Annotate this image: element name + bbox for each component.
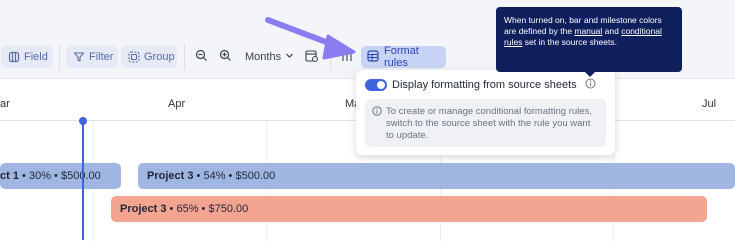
filter-label: Filter	[89, 51, 114, 63]
bar-amount: $750.00	[208, 203, 249, 215]
bar-amount: $500.00	[235, 170, 276, 182]
bar-name: Project 3	[147, 170, 194, 182]
bar-percent: 30%	[28, 170, 51, 182]
group-button[interactable]: Group	[121, 46, 177, 68]
bar-separator: •	[201, 203, 206, 215]
month-label: Apr	[168, 98, 186, 110]
zoom-in-button[interactable]	[219, 46, 232, 68]
group-icon	[128, 51, 140, 63]
bar-separator: •	[54, 170, 58, 182]
timeline-bar[interactable]: ct 1 • 30% • $500.00	[0, 163, 121, 189]
zoom-out-button[interactable]	[195, 46, 208, 68]
filter-icon	[73, 51, 85, 63]
info-message: To create or manage conditional formatti…	[365, 99, 606, 147]
bar-separator: •	[196, 170, 201, 182]
pointer-arrow-icon	[265, 17, 356, 60]
tooltip-text: set in the source sheets.	[522, 37, 617, 47]
format-rules-popover: Display formatting from source sheets To…	[356, 70, 615, 155]
toolbar-divider	[184, 44, 185, 70]
zoom-in-icon	[219, 49, 232, 65]
info-circle-icon	[372, 106, 382, 120]
today-line	[82, 120, 84, 240]
manual-rules-link[interactable]: manual	[574, 26, 602, 36]
group-label: Group	[144, 51, 175, 63]
toolbar-divider	[59, 44, 60, 70]
bar-name: Project 3	[120, 203, 167, 215]
bar-separator: •	[22, 170, 26, 182]
toggle-label: Display formatting from source sheets	[392, 79, 577, 91]
grid-icon	[367, 49, 379, 65]
timeline-bar[interactable]: Project 3 • 54% • $500.00	[138, 163, 735, 189]
field-label: Field	[24, 51, 48, 63]
filter-button[interactable]: Filter	[66, 46, 118, 68]
bar-amount: $500.00	[60, 170, 101, 182]
bar-separator: •	[228, 170, 233, 182]
info-tooltip: When turned on, bar and milestone colors…	[496, 7, 682, 72]
timeline-bar[interactable]: Project 3 • 65% • $750.00	[111, 196, 707, 222]
field-icon	[8, 51, 20, 63]
today-marker[interactable]	[79, 117, 87, 125]
info-text: To create or manage conditional formatti…	[386, 106, 592, 141]
month-label: ar	[0, 98, 10, 110]
source-formatting-toggle-row: Display formatting from source sheets	[365, 78, 596, 92]
format-rules-button[interactable]: Format rules	[361, 45, 446, 69]
source-formatting-toggle[interactable]	[365, 79, 387, 91]
bar-percent: 54%	[203, 170, 226, 182]
tooltip-text: and	[602, 26, 622, 36]
field-button[interactable]: Field	[1, 46, 53, 68]
month-label: Jul	[702, 98, 717, 110]
bar-separator: •	[169, 203, 174, 215]
bar-name: ct 1	[0, 170, 19, 182]
zoom-out-icon	[195, 49, 208, 65]
info-icon[interactable]	[585, 78, 596, 92]
tooltip-pointer	[585, 72, 595, 77]
format-rules-label: Format rules	[384, 45, 419, 69]
bar-percent: 65%	[176, 203, 199, 215]
